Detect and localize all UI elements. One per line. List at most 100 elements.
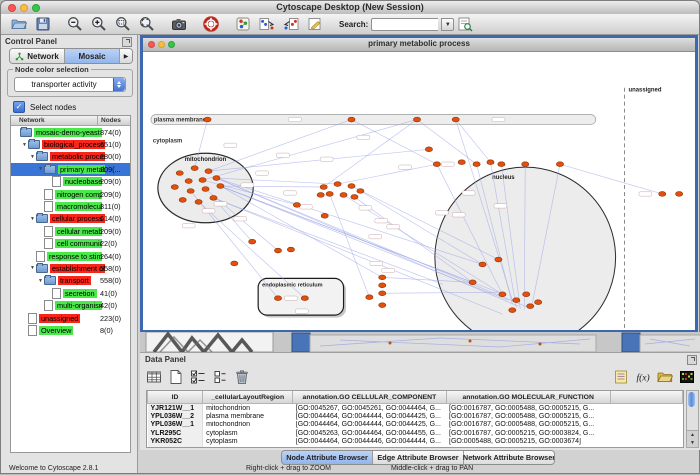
- scrollbar-arrows[interactable]: ▲▼: [687, 430, 698, 447]
- network-canvas[interactable]: plasma membranecytoplasmmitochondrionnuc…: [143, 52, 695, 330]
- network-node[interactable]: [379, 303, 386, 308]
- save-icon[interactable]: [35, 16, 51, 32]
- network-node[interactable]: [210, 196, 217, 201]
- notes-icon[interactable]: [613, 369, 629, 385]
- tab-mosaic[interactable]: Mosaic: [65, 49, 120, 63]
- tree-row[interactable]: multi-organism pro42(0): [11, 299, 130, 311]
- network-node[interactable]: [458, 160, 465, 165]
- network-node[interactable]: [199, 178, 206, 183]
- network-node[interactable]: [425, 147, 432, 152]
- table-row[interactable]: YKR052Ccytoplasm[GO:0044464, GO:0044446,…: [148, 438, 683, 446]
- tab-network[interactable]: Network: [10, 49, 65, 63]
- delete-attribute-icon[interactable]: [234, 369, 250, 385]
- network-node[interactable]: [357, 189, 364, 194]
- data-panel-float-icon[interactable]: [687, 355, 697, 365]
- zoom-in-icon[interactable]: [91, 16, 107, 32]
- new-attribute-icon[interactable]: [168, 369, 184, 385]
- tree-row[interactable]: ▼transport558(0): [11, 275, 130, 287]
- tree-col-divider[interactable]: [97, 116, 98, 125]
- tree-row[interactable]: mosaic-demo-yeast874(0): [11, 126, 130, 138]
- tree-row[interactable]: cell communicat22(0): [11, 238, 130, 250]
- column-header[interactable]: ID: [148, 391, 203, 404]
- table-row[interactable]: YPL036W__2plasma membrane[GO:0044464, GO…: [148, 412, 683, 420]
- network-edge[interactable]: [456, 120, 491, 163]
- tree-row[interactable]: cellular metabo209(0): [11, 225, 130, 237]
- network-node[interactable]: [379, 275, 386, 280]
- annotation-icon[interactable]: [307, 16, 323, 32]
- network-node[interactable]: [351, 195, 358, 200]
- network-node[interactable]: [535, 300, 542, 305]
- network-node[interactable]: [317, 193, 324, 198]
- network-node[interactable]: [287, 247, 294, 252]
- network-edge[interactable]: [338, 164, 437, 184]
- network-node[interactable]: [321, 213, 328, 218]
- column-header[interactable]: _cellularLayoutRegion: [203, 391, 293, 404]
- tab-overflow-arrow[interactable]: ▶: [120, 49, 132, 63]
- table-row[interactable]: YDR039C__1mitochondrion[GO:0044464, GO:0…: [148, 446, 683, 448]
- tree-row[interactable]: macromolecule311(0): [11, 200, 130, 212]
- search-input[interactable]: [371, 18, 438, 31]
- tree-row[interactable]: ▼establishment of lo558(0): [11, 262, 130, 274]
- select-nodes-checkbox[interactable]: [13, 101, 25, 113]
- network-frame-titlebar[interactable]: primary metabolic process: [143, 38, 695, 52]
- network-node[interactable]: [320, 185, 327, 190]
- tree-row[interactable]: response to stimulu264(0): [11, 250, 130, 262]
- vizmapper-icon[interactable]: [235, 16, 251, 32]
- select-all-attributes-icon[interactable]: [190, 369, 206, 385]
- import-attributes-icon[interactable]: [657, 369, 673, 385]
- network-node[interactable]: [301, 296, 308, 301]
- snapshot-icon[interactable]: [171, 16, 187, 32]
- network-node[interactable]: [379, 283, 386, 288]
- network-node[interactable]: [171, 185, 178, 190]
- node-color-dropdown[interactable]: transporter activity: [14, 77, 126, 92]
- tree-row[interactable]: nucleobase-209(0): [11, 176, 130, 188]
- network-node[interactable]: [348, 184, 355, 189]
- tree-row[interactable]: secretion41(0): [11, 287, 130, 299]
- table-scrollbar[interactable]: ▲▼: [686, 390, 699, 448]
- network-node[interactable]: [334, 182, 341, 187]
- tree-expander-icon[interactable]: ▼: [21, 142, 28, 148]
- tree-row[interactable]: ▼primary metabo209(...: [11, 163, 130, 175]
- network-node[interactable]: [495, 257, 502, 262]
- network-node[interactable]: [249, 239, 256, 244]
- attribute-grid-icon[interactable]: [146, 369, 162, 385]
- network-node[interactable]: [469, 280, 476, 285]
- tree-row[interactable]: nitrogen compo209(0): [11, 188, 130, 200]
- network-node[interactable]: [676, 192, 683, 197]
- paste-style-icon[interactable]: [283, 16, 299, 32]
- network-node[interactable]: [556, 162, 563, 167]
- network-node[interactable]: [191, 166, 198, 171]
- tree-expander-icon[interactable]: ▼: [29, 154, 36, 160]
- network-node[interactable]: [202, 187, 209, 192]
- zoom-selected-icon[interactable]: [115, 16, 131, 32]
- network-node[interactable]: [179, 198, 186, 203]
- zoom-out-icon[interactable]: [67, 16, 83, 32]
- network-node[interactable]: [366, 295, 373, 300]
- matrix-icon[interactable]: [679, 369, 695, 385]
- network-node[interactable]: [452, 117, 459, 122]
- network-node[interactable]: [231, 261, 238, 266]
- network-node[interactable]: [176, 171, 183, 176]
- float-panel-icon[interactable]: [122, 37, 132, 47]
- network-node[interactable]: [187, 189, 194, 194]
- network-node[interactable]: [499, 292, 506, 297]
- scrollbar-thumb[interactable]: [688, 392, 695, 407]
- network-node[interactable]: [473, 162, 480, 167]
- column-header[interactable]: [610, 391, 682, 404]
- tree-row[interactable]: ▼cellular process614(0): [11, 213, 130, 225]
- network-node[interactable]: [217, 184, 224, 189]
- network-node[interactable]: [522, 162, 529, 167]
- network-node[interactable]: [195, 200, 202, 205]
- network-node[interactable]: [487, 160, 494, 165]
- tree-expander-icon[interactable]: ▼: [37, 278, 44, 284]
- network-node[interactable]: [513, 298, 520, 303]
- tree-expander-icon[interactable]: ▼: [37, 166, 44, 172]
- network-node[interactable]: [205, 169, 212, 174]
- network-edge[interactable]: [213, 198, 442, 284]
- network-node[interactable]: [498, 162, 505, 167]
- network-node[interactable]: [185, 179, 192, 184]
- network-node[interactable]: [274, 296, 281, 301]
- network-node[interactable]: [293, 203, 300, 208]
- zoom-fit-icon[interactable]: [139, 16, 155, 32]
- formula-builder-icon[interactable]: f(x): [635, 369, 651, 385]
